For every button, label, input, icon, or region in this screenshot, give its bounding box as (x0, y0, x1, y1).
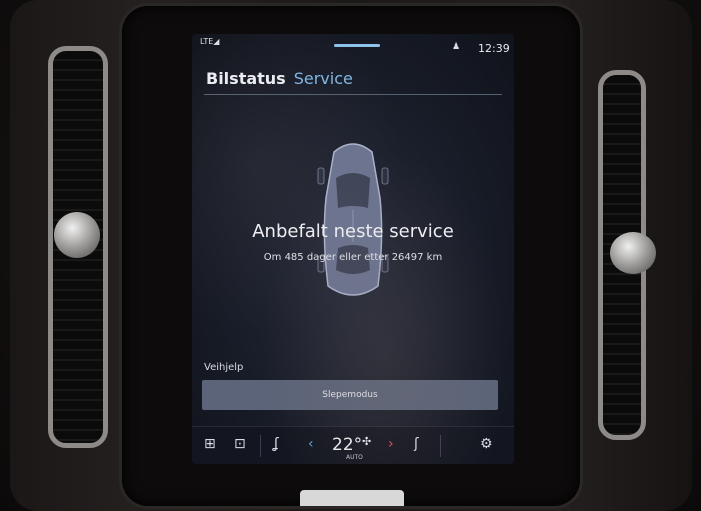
grid-icon[interactable]: ⊞ (204, 437, 216, 451)
climate-divider (260, 435, 261, 457)
fan-icon[interactable]: ✣ (362, 435, 371, 448)
seat-heat-icon[interactable]: ʆ (274, 437, 279, 451)
person-icon: ♟ (452, 42, 461, 52)
car-dashboard-photo: LTE◢ ♟ 12:39 Bilstatus Service Anbefalt … (0, 0, 701, 511)
infotainment-screen: LTE◢ ♟ 12:39 Bilstatus Service Anbefalt … (192, 34, 514, 464)
pull-down-handle[interactable] (334, 44, 380, 47)
service-detail: Om 485 dager eller etter 26497 km (263, 252, 443, 263)
roadside-assist-label: Veihjelp (204, 362, 244, 373)
clock: 12:39 (478, 42, 510, 55)
chevron-right-icon[interactable]: › (388, 437, 394, 451)
settings-gear-icon[interactable]: ⚙ (480, 437, 493, 451)
hazard-slot (300, 490, 404, 506)
climate-divider-2 (440, 435, 441, 457)
left-vent-knob (54, 212, 100, 258)
temperature-display[interactable]: 22° (332, 435, 362, 455)
tab-bar: Bilstatus Service (206, 64, 353, 88)
status-bar: LTE◢ ♟ 12:39 (192, 34, 514, 55)
climate-mode-label: AUTO (346, 454, 363, 461)
climate-bar: ⊞ ⊡ ʆ ‹ 22° ✣ AUTO › ʃ ⚙ (192, 426, 514, 464)
tow-mode-button[interactable]: Slepemodus (202, 380, 498, 410)
tab-service[interactable]: Service (294, 69, 353, 88)
camera-icon[interactable]: ⊡ (234, 437, 246, 451)
car-top-view-icon (317, 143, 389, 296)
right-vent-knob (610, 232, 656, 274)
service-headline: Anbefalt neste service (252, 221, 454, 242)
network-indicator: LTE◢ (200, 37, 220, 46)
header-divider (204, 94, 502, 95)
chevron-left-icon[interactable]: ‹ (308, 437, 314, 451)
seat-icon[interactable]: ʃ (414, 437, 419, 451)
tab-bilstatus[interactable]: Bilstatus (206, 69, 286, 88)
